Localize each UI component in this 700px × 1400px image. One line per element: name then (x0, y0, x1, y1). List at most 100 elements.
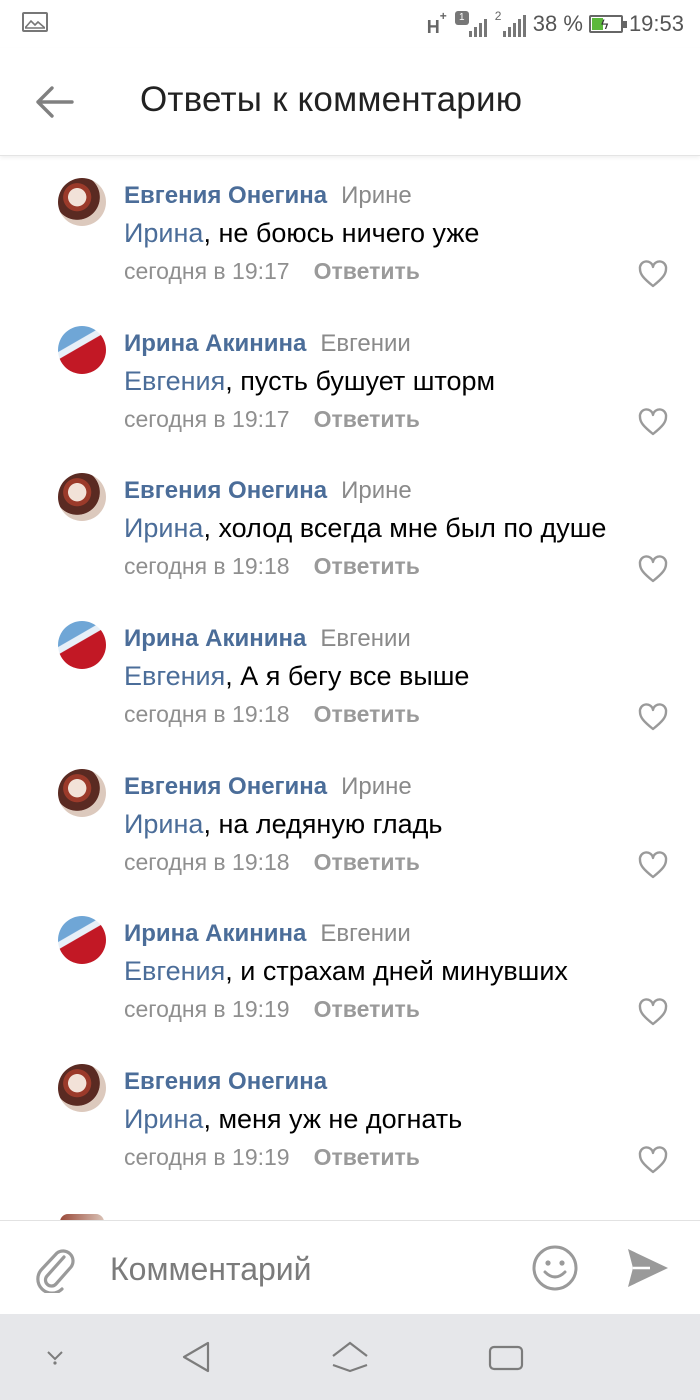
comment-item[interactable]: Ирина Акинина Евгении Евгения, пусть бушуе… (0, 308, 700, 456)
nav-back-button[interactable] (170, 1332, 220, 1382)
comments-list[interactable]: Евгения Онегина Ирине Ирина, не боюсь ниче… (0, 160, 700, 1218)
comment-footer: сегодня в 19:19 Ответить (124, 996, 420, 1023)
author-name[interactable]: Ирина Акинина (124, 330, 306, 357)
reply-to: Евгении (320, 329, 411, 357)
like-button[interactable] (637, 1145, 669, 1175)
comment-body: , А я бегу все выше (225, 661, 470, 692)
arrow-left-icon (36, 86, 74, 118)
reply-button[interactable]: Ответить (314, 258, 420, 284)
battery-percent: 38 % (532, 11, 583, 36)
nav-home-button[interactable] (325, 1332, 375, 1382)
reply-to: Евгении (320, 625, 411, 653)
reply-button[interactable]: Ответить (314, 996, 420, 1022)
comment-body: , и страхам дней минувших (225, 956, 568, 987)
avatar[interactable] (58, 1064, 106, 1113)
app-header: Ответы к комментарию (0, 48, 700, 156)
send-icon (628, 1249, 668, 1287)
send-button[interactable] (624, 1245, 670, 1291)
avatar[interactable] (58, 178, 106, 226)
heart-icon (638, 851, 668, 878)
reply-button[interactable]: Ответить (314, 1144, 420, 1170)
reply-to: Ирине (341, 182, 412, 209)
reply-button[interactable]: Ответить (314, 553, 420, 579)
reply-to: Евгении (320, 920, 411, 948)
reply-to: Ирине (341, 477, 412, 505)
author-name[interactable]: Ирина Акинина (124, 625, 306, 652)
sim2-signal-icon: 2 (495, 9, 527, 39)
reply-button[interactable]: Ответить (314, 406, 420, 432)
mention-link[interactable]: Евгения (124, 366, 225, 396)
status-bar: H + 1 2 38 % ϟ 19:53 (0, 0, 700, 48)
comment-text: Ирина, холод всегда мне был по душе (124, 513, 606, 544)
comment-body: , холод всегда мне был по душе (203, 513, 607, 544)
recents-icon (488, 1345, 524, 1371)
comment-item[interactable]: Ирина Акинина Евгении Евгения, А я бегу вс… (0, 603, 700, 751)
emoji-button[interactable] (530, 1243, 580, 1293)
comment-footer: сегодня в 19:17 Ответить (124, 258, 420, 285)
author-name[interactable]: Евгения Онегина (124, 182, 327, 209)
comment-item[interactable]: Ирина Акинина Евгении Евгения, и страхам д… (0, 898, 700, 1046)
sim2-label: 2 (494, 9, 502, 23)
comment-timestamp: сегодня в 19:18 (124, 701, 290, 728)
comment-input[interactable] (110, 1251, 500, 1288)
comment-timestamp: сегодня в 19:18 (124, 553, 290, 580)
comment-text: Евгения, и страхам дней минувших (124, 956, 568, 987)
comment-footer: сегодня в 19:18 Ответить (124, 553, 420, 580)
home-icon (332, 1341, 368, 1373)
heart-icon (638, 555, 668, 583)
nav-recents-button[interactable] (481, 1332, 531, 1382)
reply-button[interactable]: Ответить (314, 701, 420, 727)
comment-meta: Евгения Онегина (124, 1068, 327, 1096)
comment-footer: сегодня в 19:19 Ответить (124, 1144, 420, 1171)
comment-text: Ирина, на ледяную гладь (124, 809, 442, 840)
comment-body: , на ледяную гладь (203, 808, 443, 839)
comment-meta: Евгения Онегина Ирине (124, 182, 412, 210)
avatar[interactable] (58, 621, 106, 670)
avatar[interactable] (58, 325, 106, 374)
author-name[interactable]: Евгения Онегина (124, 773, 327, 800)
clock: 19:53 (628, 11, 684, 36)
like-button[interactable] (637, 850, 669, 880)
network-plus: + (439, 9, 447, 23)
smile-icon (532, 1245, 578, 1291)
comment-timestamp: сегодня в 19:17 (124, 258, 290, 284)
comment-text: Евгения, А я бегу все выше (124, 661, 469, 692)
like-button[interactable] (637, 997, 669, 1027)
like-button[interactable] (637, 554, 669, 584)
reply-button[interactable]: Ответить (314, 849, 420, 875)
comment-item[interactable]: Евгения Онегина Ирине Ирина, не боюсь ниче… (0, 160, 700, 308)
avatar[interactable] (58, 768, 106, 817)
mention-link[interactable]: Ирина (124, 1104, 203, 1134)
chevron-down-icon (47, 1351, 63, 1365)
nav-collapse-button[interactable] (30, 1332, 80, 1382)
gallery-notification-icon (22, 12, 48, 32)
mention-link[interactable]: Ирина (124, 809, 203, 839)
back-button[interactable] (30, 78, 78, 126)
comment-body: , пусть бушует шторм (225, 365, 496, 396)
comment-composer (0, 1220, 700, 1314)
mention-link[interactable]: Ирина (124, 513, 203, 543)
mobile-network-icon: H + (427, 9, 449, 39)
like-button[interactable] (637, 702, 669, 732)
comment-item[interactable]: Евгения Онегина Ирина, меня уж не догнать… (0, 1046, 700, 1194)
avatar[interactable] (58, 473, 106, 522)
comment-timestamp: сегодня в 19:19 (124, 996, 290, 1023)
like-button[interactable] (637, 259, 669, 289)
author-name[interactable]: Евгения Онегина (124, 1068, 327, 1095)
comment-timestamp: сегодня в 19:18 (124, 848, 290, 875)
like-button[interactable] (637, 407, 669, 437)
author-name[interactable]: Евгения Онегина (124, 477, 327, 504)
mention-link[interactable]: Евгения (124, 956, 225, 986)
mention-link[interactable]: Евгения (124, 661, 225, 691)
system-navigation-bar (0, 1314, 700, 1400)
mention-link[interactable]: Ирина (124, 218, 203, 248)
comment-item[interactable]: Евгения Онегина Ирине Ирина, холод всегда … (0, 455, 700, 603)
network-type: H (426, 17, 440, 37)
comment-meta: Ирина Акинина Евгении (124, 625, 411, 653)
attach-button[interactable] (34, 1245, 78, 1295)
comment-item[interactable]: Евгения Онегина Ирине Ирина, на ледяную гл… (0, 751, 700, 899)
comment-meta: Евгения Онегина Ирине (124, 773, 412, 801)
avatar[interactable] (58, 916, 106, 965)
heart-icon (638, 260, 668, 288)
author-name[interactable]: Ирина Акинина (124, 920, 306, 947)
